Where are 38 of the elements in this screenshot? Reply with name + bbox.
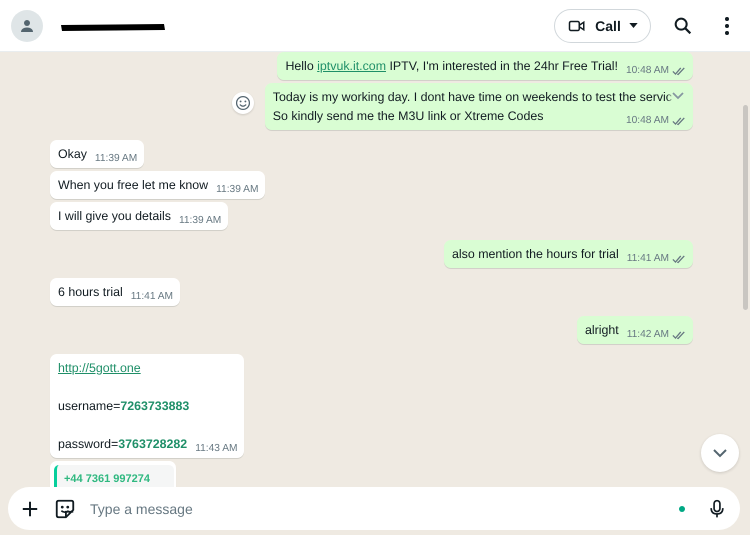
plus-icon[interactable] (21, 500, 39, 518)
quote-card[interactable]: +44 7361 997274 (54, 465, 174, 488)
message-text: Hello iptvuk.it.com IPTV, I'm interested in the 24hr Free Trial! (285, 59, 618, 73)
caret-icon (628, 23, 638, 28)
message-text: alright (584, 323, 619, 337)
message-time: 10:48 AM (626, 64, 669, 78)
reaction-button[interactable] (232, 92, 254, 114)
message-time: 11:41 AM (130, 290, 174, 304)
message-time: 11:39 AM (94, 152, 138, 166)
status-dot-icon (679, 506, 685, 512)
message-text: username=7263733883 (58, 399, 190, 413)
message-text: I will give you details (58, 209, 171, 223)
message-input[interactable]: Type a message (88, 500, 679, 518)
message-text: 6 hours trial (58, 285, 123, 299)
message-time: 11:39 AM (216, 183, 258, 197)
message-text: So kindly send me the M3U link or Xtreme Codes (272, 109, 544, 123)
message-time: 11:39 AM (178, 214, 222, 228)
call-button[interactable]: Call (554, 8, 651, 42)
message-text: also mention the hours for trial (452, 247, 619, 261)
search-icon[interactable] (672, 14, 694, 36)
message-link[interactable]: iptvuk.it.com (317, 59, 386, 73)
menu-icon[interactable] (724, 16, 730, 36)
message-text: When you free let me know (58, 178, 208, 192)
quoted-sender: +44 7361 997274 (64, 473, 150, 485)
sticker-icon[interactable] (54, 498, 76, 520)
message-time: 10:48 AM (626, 114, 669, 128)
message-link[interactable]: http://5gott.one (58, 361, 141, 375)
message-time: 11:43 AM (195, 442, 238, 456)
scroll-down-button[interactable] (701, 434, 739, 472)
message-time: 11:42 AM (626, 328, 669, 342)
message-text: password=3763728282 (58, 437, 188, 451)
message-text: Okay (58, 147, 87, 161)
contact-avatar[interactable] (11, 10, 43, 42)
message-text: Today is my working day. I dont have time on weekends to test the servic (272, 90, 672, 104)
scrollbar[interactable] (743, 105, 748, 310)
message-time: 11:41 AM (626, 252, 669, 266)
message-field[interactable]: Type a message (8, 487, 740, 530)
chevron-down-icon (671, 90, 685, 100)
